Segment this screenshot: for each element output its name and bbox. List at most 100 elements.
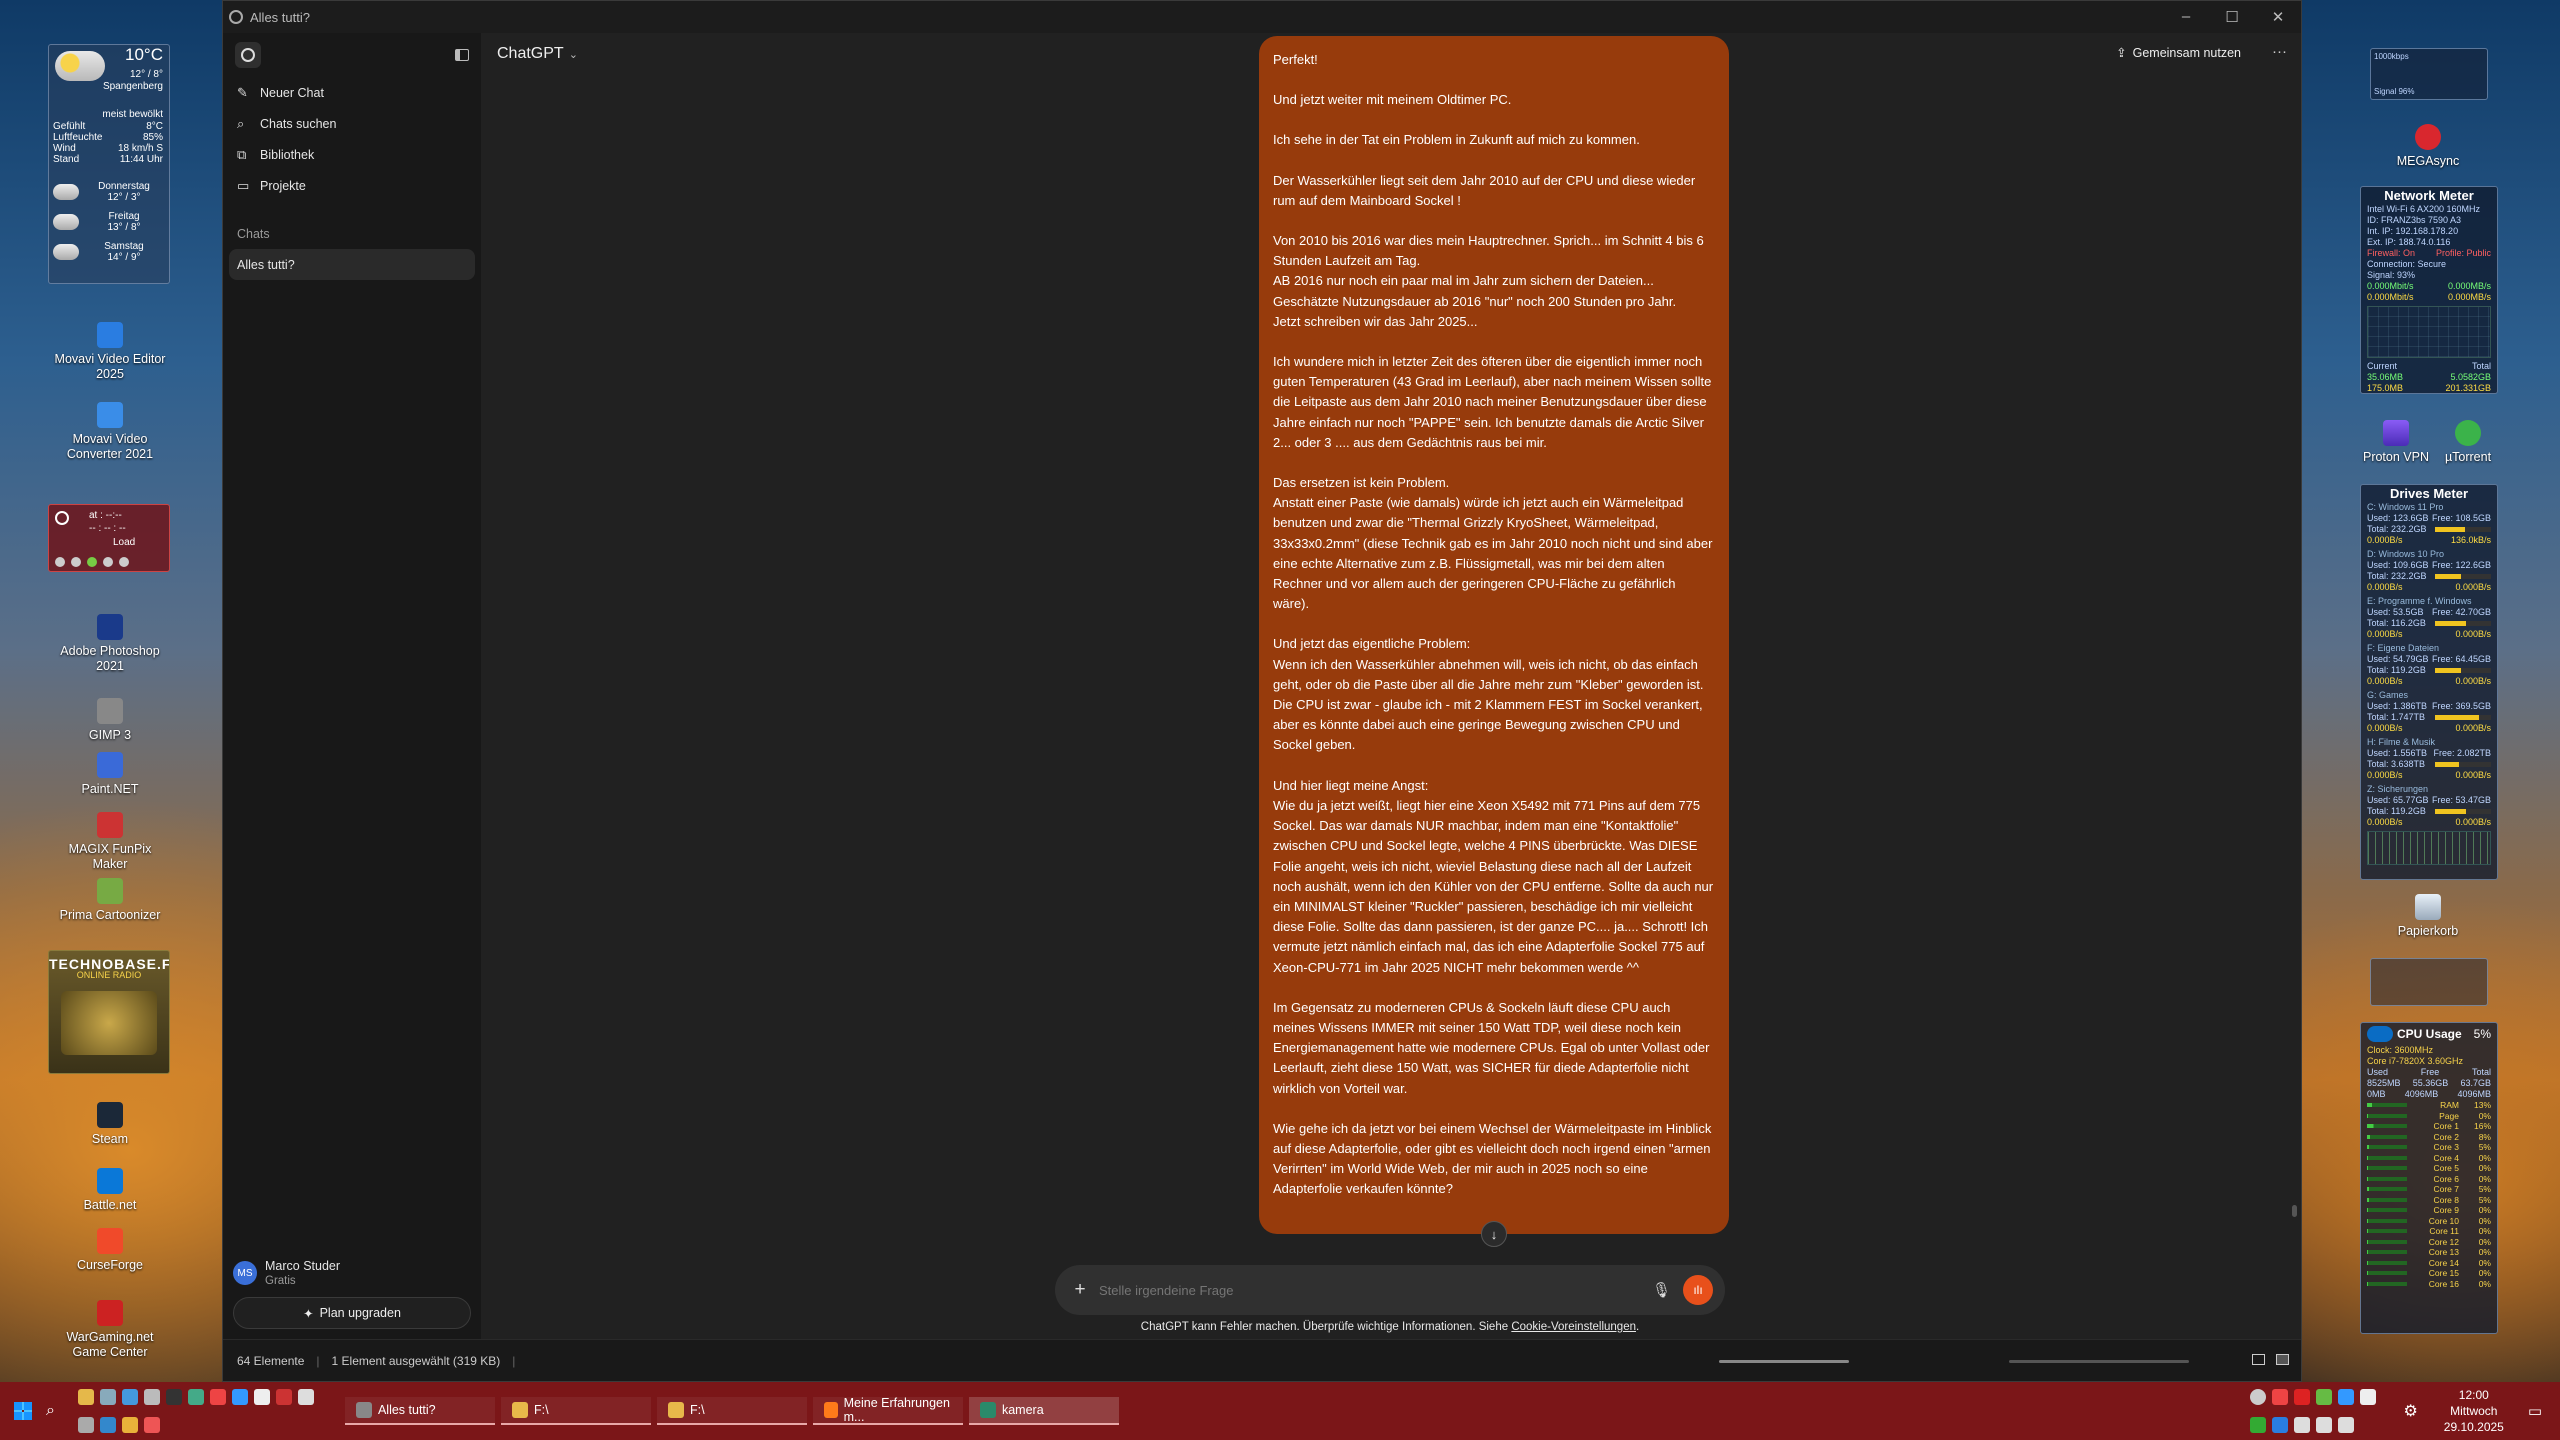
user-profile[interactable]: MS Marco Studer Gratis [233, 1259, 340, 1287]
tray-icon-2[interactable] [2272, 1389, 2289, 1405]
details-view-icon[interactable] [2252, 1354, 2265, 1365]
desktop-icon-utorrent[interactable]: µTorrent [2408, 420, 2528, 465]
microphone-icon[interactable]: 🎙︎ [1652, 1281, 1671, 1299]
ql-icon-1[interactable] [77, 1389, 94, 1405]
ql-icon-15[interactable] [143, 1417, 160, 1433]
desktop-icon[interactable]: Paint.NET [50, 752, 170, 797]
desktop-icon[interactable]: MAGIX FunPix Maker [50, 812, 170, 872]
page-total: 4096MB [2457, 1089, 2491, 1099]
system-tray [2247, 1389, 2387, 1433]
scroll-down-button[interactable]: ↓ [1481, 1221, 1507, 1247]
speaker-icon[interactable] [2338, 1417, 2355, 1433]
ql-icon-7[interactable] [209, 1389, 226, 1405]
prompt-input[interactable] [1099, 1282, 1652, 1298]
task-label: F:\ [533, 1403, 549, 1417]
more-options-icon[interactable]: ··· [2272, 43, 2287, 60]
desktop-icon[interactable]: Movavi Video Converter 2021 [50, 402, 170, 462]
desktop-icon-recycle-bin[interactable]: Papierkorb [2368, 894, 2488, 939]
ql-icon-6[interactable] [187, 1389, 204, 1405]
openai-logo-icon[interactable] [235, 42, 261, 68]
plus-icon[interactable]: + [1067, 1279, 1093, 1301]
tray-icon-3[interactable] [2294, 1389, 2311, 1405]
title-bar[interactable]: Alles tutti? – ☐ ✕ [223, 1, 2301, 33]
core-name: Core 13 [2428, 1247, 2459, 1257]
ql-icon-4[interactable] [143, 1389, 160, 1405]
core-name: Core 16 [2428, 1278, 2459, 1289]
drive-row: 0.000B/s 0.000B/s [2361, 817, 2497, 828]
desktop-icon[interactable]: GIMP 3 [50, 698, 170, 743]
ql-icon-2[interactable] [99, 1389, 116, 1405]
drive-read: 0.000B/s [2367, 723, 2403, 733]
desktop-icon[interactable]: Adobe Photoshop 2021 [50, 614, 170, 674]
upgrade-label: Plan upgraden [319, 1306, 401, 1320]
sidebar-item-label: Projekte [260, 178, 306, 193]
desktop-icon[interactable]: WarGaming.net Game Center [50, 1300, 170, 1360]
taskbar-task[interactable]: F:\ [656, 1397, 807, 1425]
hscroll-2[interactable] [2009, 1360, 2189, 1363]
tray-icon-6[interactable] [2360, 1389, 2377, 1405]
drive-total: Total: 232.2GB [2367, 524, 2427, 534]
cloud-icon [55, 51, 105, 81]
model-selector[interactable]: ChatGPT ⌄ [497, 45, 578, 63]
taskbar-clock[interactable]: 12:00 Mittwoch 29.10.2025 [2434, 1387, 2514, 1435]
network-icon[interactable] [2294, 1417, 2311, 1433]
hscroll-1[interactable] [1719, 1360, 1849, 1363]
sidebar-toggle-icon[interactable] [455, 49, 469, 61]
power-icon[interactable] [55, 557, 65, 567]
timer-icon[interactable] [71, 557, 81, 567]
bluetooth-icon[interactable] [2272, 1417, 2289, 1433]
radio-widget[interactable]: TECHNOBASE.FM ONLINE RADIO [48, 950, 170, 1074]
sidebar-item-library[interactable]: ⧉ Bibliothek [223, 139, 481, 170]
upgrade-button[interactable]: ✦ Plan upgraden [233, 1297, 471, 1329]
tray-icon-7[interactable] [2250, 1417, 2267, 1433]
notification-icon[interactable]: ▭ [2528, 1402, 2542, 1420]
minimize-button[interactable]: – [2163, 8, 2209, 26]
sidebar-item-search[interactable]: ⌕ Chats suchen [223, 108, 481, 139]
scrollbar[interactable] [2292, 1205, 2297, 1217]
desktop-icon[interactable]: Prima Cartoonizer [50, 878, 170, 923]
tray-icon-4[interactable] [2316, 1389, 2333, 1405]
ql-icon-9[interactable] [253, 1389, 270, 1405]
sidebar-chat-item[interactable]: Alles tutti? [229, 249, 475, 280]
desktop-icon[interactable]: Movavi Video Editor 2025 [50, 322, 170, 382]
search-icon[interactable]: ⌕ [46, 1402, 55, 1420]
lock-icon[interactable] [119, 557, 129, 567]
taskbar-task[interactable]: Meine Erfahrungen m... [812, 1396, 963, 1425]
tray-icon-5[interactable] [2338, 1389, 2355, 1405]
cookie-link[interactable]: Cookie-Voreinstellungen [1511, 1321, 1636, 1333]
desktop-icon[interactable]: CurseForge [50, 1228, 170, 1273]
ql-icon-8[interactable] [231, 1389, 248, 1405]
ql-icon-5[interactable] [165, 1389, 182, 1405]
green-icon[interactable] [87, 557, 97, 567]
tiles-view-icon[interactable] [2276, 1354, 2289, 1365]
desktop-icon-megasync[interactable]: MEGAsync [2368, 124, 2488, 169]
close-button[interactable]: ✕ [2255, 8, 2301, 26]
wifi-icon[interactable] [2316, 1417, 2333, 1433]
windows-start-icon[interactable] [14, 1402, 32, 1420]
voice-mode-button[interactable]: ılı [1683, 1275, 1713, 1305]
tray-icon-1[interactable] [2250, 1389, 2267, 1405]
maximize-button[interactable]: ☐ [2209, 8, 2255, 26]
cycle-icon[interactable] [103, 557, 113, 567]
ql-icon-11[interactable] [297, 1389, 314, 1405]
ql-icon-14[interactable] [121, 1417, 138, 1433]
share-button[interactable]: ⇪ Gemeinsam nutzen [2116, 45, 2241, 61]
task-label: F:\ [689, 1403, 705, 1417]
weather-widget[interactable]: 10°C 12° / 8° Spangenberg meist bewölkt … [48, 44, 170, 284]
core-name: RAM [2440, 1100, 2459, 1110]
settings-gear-icon[interactable]: ⚙ [2403, 1401, 2417, 1421]
desktop-icon[interactable]: Steam [50, 1102, 170, 1147]
sidebar-item-new-chat[interactable]: ✎ Neuer Chat [223, 77, 481, 108]
ql-icon-3[interactable] [121, 1389, 138, 1405]
desktop-icon[interactable]: Battle.net [50, 1168, 170, 1213]
ql-icon-12[interactable] [77, 1417, 94, 1433]
taskbar-task[interactable]: F:\ [500, 1397, 651, 1425]
sidebar-item-projects[interactable]: ▭ Projekte [223, 170, 481, 201]
forecast-day: Freitag 13° / 8° [53, 211, 163, 233]
drive-usage-bar [2435, 668, 2491, 673]
ql-icon-10[interactable] [275, 1389, 292, 1405]
ql-icon-13[interactable] [99, 1417, 116, 1433]
taskbar-task[interactable]: Alles tutti? [344, 1397, 495, 1425]
drive-free: Free: 53.47GB [2431, 795, 2491, 805]
taskbar-task[interactable]: kamera [968, 1397, 1119, 1425]
